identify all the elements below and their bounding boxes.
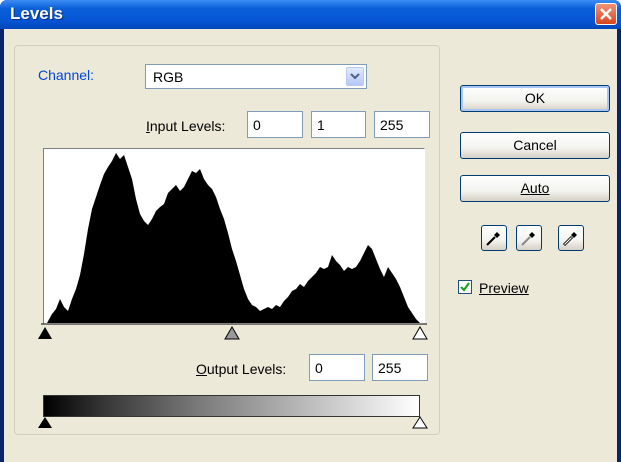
close-icon [600, 8, 612, 20]
dropdown-arrow-icon [350, 73, 360, 80]
channel-select[interactable]: RGB [145, 64, 367, 89]
histogram-shape [47, 153, 420, 323]
black-eyedropper-icon [486, 232, 500, 246]
input-levels-label-rest: nput Levels: [149, 118, 226, 134]
output-black-value: 0 [315, 360, 323, 376]
check-icon [460, 282, 470, 292]
channel-value: RGB [153, 69, 184, 85]
input-black-value: 0 [253, 117, 261, 133]
output-levels-label-rest: utput Levels: [206, 361, 287, 377]
output-black-field[interactable]: 0 [309, 354, 365, 381]
output-gradient-bar [43, 395, 420, 417]
output-white-value: 255 [378, 360, 402, 376]
gray-eyedropper-icon [521, 232, 535, 246]
window-title: Levels [10, 4, 63, 23]
gray-eyedropper-button[interactable] [516, 225, 542, 251]
input-gamma-field[interactable]: 1 [311, 111, 366, 138]
preview-checkbox[interactable] [458, 280, 472, 294]
input-black-slider [38, 327, 52, 339]
white-eyedropper-button[interactable] [558, 225, 584, 251]
input-white-field[interactable]: 255 [374, 111, 430, 138]
histogram [43, 148, 425, 324]
auto-label: Auto [520, 180, 550, 196]
auto-button[interactable]: Auto [460, 175, 610, 202]
input-white-slider [412, 326, 428, 340]
output-white-field[interactable]: 255 [372, 354, 428, 381]
title-bar[interactable]: Levels [0, 0, 621, 29]
input-black-field[interactable]: 0 [247, 111, 303, 138]
histogram-plot [47, 153, 420, 323]
input-gamma-value: 1 [317, 117, 325, 133]
ok-button[interactable]: OK [460, 85, 610, 112]
black-eyedropper-button[interactable] [481, 225, 507, 251]
white-eyedropper-icon [562, 232, 577, 247]
preview-label-text: Preview [479, 280, 529, 296]
output-black-slider [38, 417, 52, 428]
input-sliders [38, 323, 428, 340]
output-white-slider [412, 416, 428, 429]
cancel-label: Cancel [513, 137, 557, 153]
output-sliders [38, 416, 428, 429]
close-button[interactable] [595, 3, 617, 25]
output-levels-label: Output Levels: [196, 361, 287, 377]
preview-label[interactable]: Preview [479, 280, 529, 296]
input-gamma-slider [224, 326, 240, 340]
channel-label: Channel: [35, 67, 98, 83]
ok-label: OK [524, 90, 546, 106]
input-levels-label: Input Levels: [146, 118, 226, 134]
input-white-value: 255 [380, 117, 404, 133]
cancel-button[interactable]: Cancel [460, 132, 610, 159]
channel-dropdown-button[interactable] [346, 67, 364, 86]
levels-dialog: Levels Channel: RGB Input Levels: 0 1 25… [0, 0, 621, 462]
